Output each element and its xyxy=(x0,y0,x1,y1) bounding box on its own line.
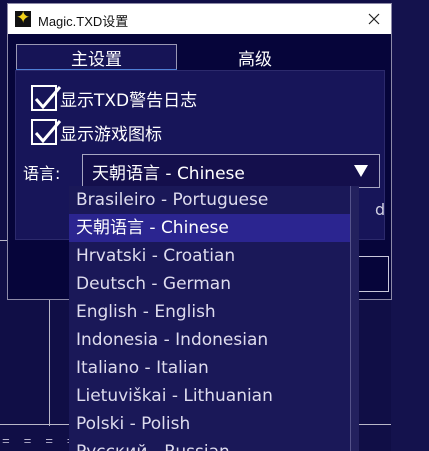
background-status-text: = = = = xyxy=(2,434,78,449)
app-icon: ✦ xyxy=(15,11,31,27)
tab-label: 主设置 xyxy=(71,50,122,70)
language-option-indonesian[interactable]: Indonesia - Indonesian xyxy=(69,326,350,354)
dialog-button[interactable] xyxy=(358,256,389,292)
checkmark-icon xyxy=(34,86,62,110)
star-icon: ✦ xyxy=(16,11,31,27)
language-select[interactable]: 天朝语言 - Chinese xyxy=(82,154,380,188)
option-show-txd-warning-log[interactable]: 显示TXD警告日志 xyxy=(31,85,197,111)
checkmark-icon xyxy=(34,120,62,144)
language-option-portuguese[interactable]: Brasileiro - Portuguese xyxy=(69,186,350,214)
language-option-chinese[interactable]: 天朝语言 - Chinese xyxy=(69,214,350,242)
language-select-value: 天朝语言 - Chinese xyxy=(92,163,245,184)
language-option-english[interactable]: English - English xyxy=(69,298,350,326)
option-label: 显示TXD警告日志 xyxy=(60,90,198,111)
language-option-italian[interactable]: Italiano - Italian xyxy=(69,354,350,382)
tab-main-settings[interactable]: 主设置 xyxy=(16,44,177,70)
background-panel xyxy=(391,0,429,451)
option-show-game-icons[interactable]: 显示游戏图标 xyxy=(31,119,162,145)
language-dropdown-list[interactable]: Brasileiro - Portuguese 天朝语言 - Chinese H… xyxy=(69,186,351,451)
option-label: 显示游戏图标 xyxy=(60,124,162,145)
background-divider xyxy=(49,296,50,426)
close-icon xyxy=(368,13,380,25)
language-option-croatian[interactable]: Hrvatski - Croatian xyxy=(69,242,350,270)
clipped-text: d xyxy=(375,200,386,219)
tab-advanced[interactable]: 高级 xyxy=(180,44,330,70)
checkbox-show-game-icons[interactable] xyxy=(31,119,62,145)
tab-label: 高级 xyxy=(238,49,272,70)
language-option-german[interactable]: Deutsch - German xyxy=(69,270,350,298)
title-bar[interactable]: ✦ Magic.TXD设置 xyxy=(8,4,391,34)
window-title: Magic.TXD设置 xyxy=(38,14,129,29)
language-option-polish[interactable]: Polski - Polish xyxy=(69,410,350,438)
close-button[interactable] xyxy=(357,4,391,34)
language-option-russian[interactable]: Русский - Russian xyxy=(69,438,350,451)
chevron-down-icon xyxy=(354,165,368,177)
language-label: 语言: xyxy=(23,164,61,183)
checkbox-show-txd-warning-log[interactable] xyxy=(31,85,62,111)
language-option-lithuanian[interactable]: Lietuviškai - Lithuanian xyxy=(69,382,350,410)
dropdown-scrollbar[interactable] xyxy=(351,186,359,451)
